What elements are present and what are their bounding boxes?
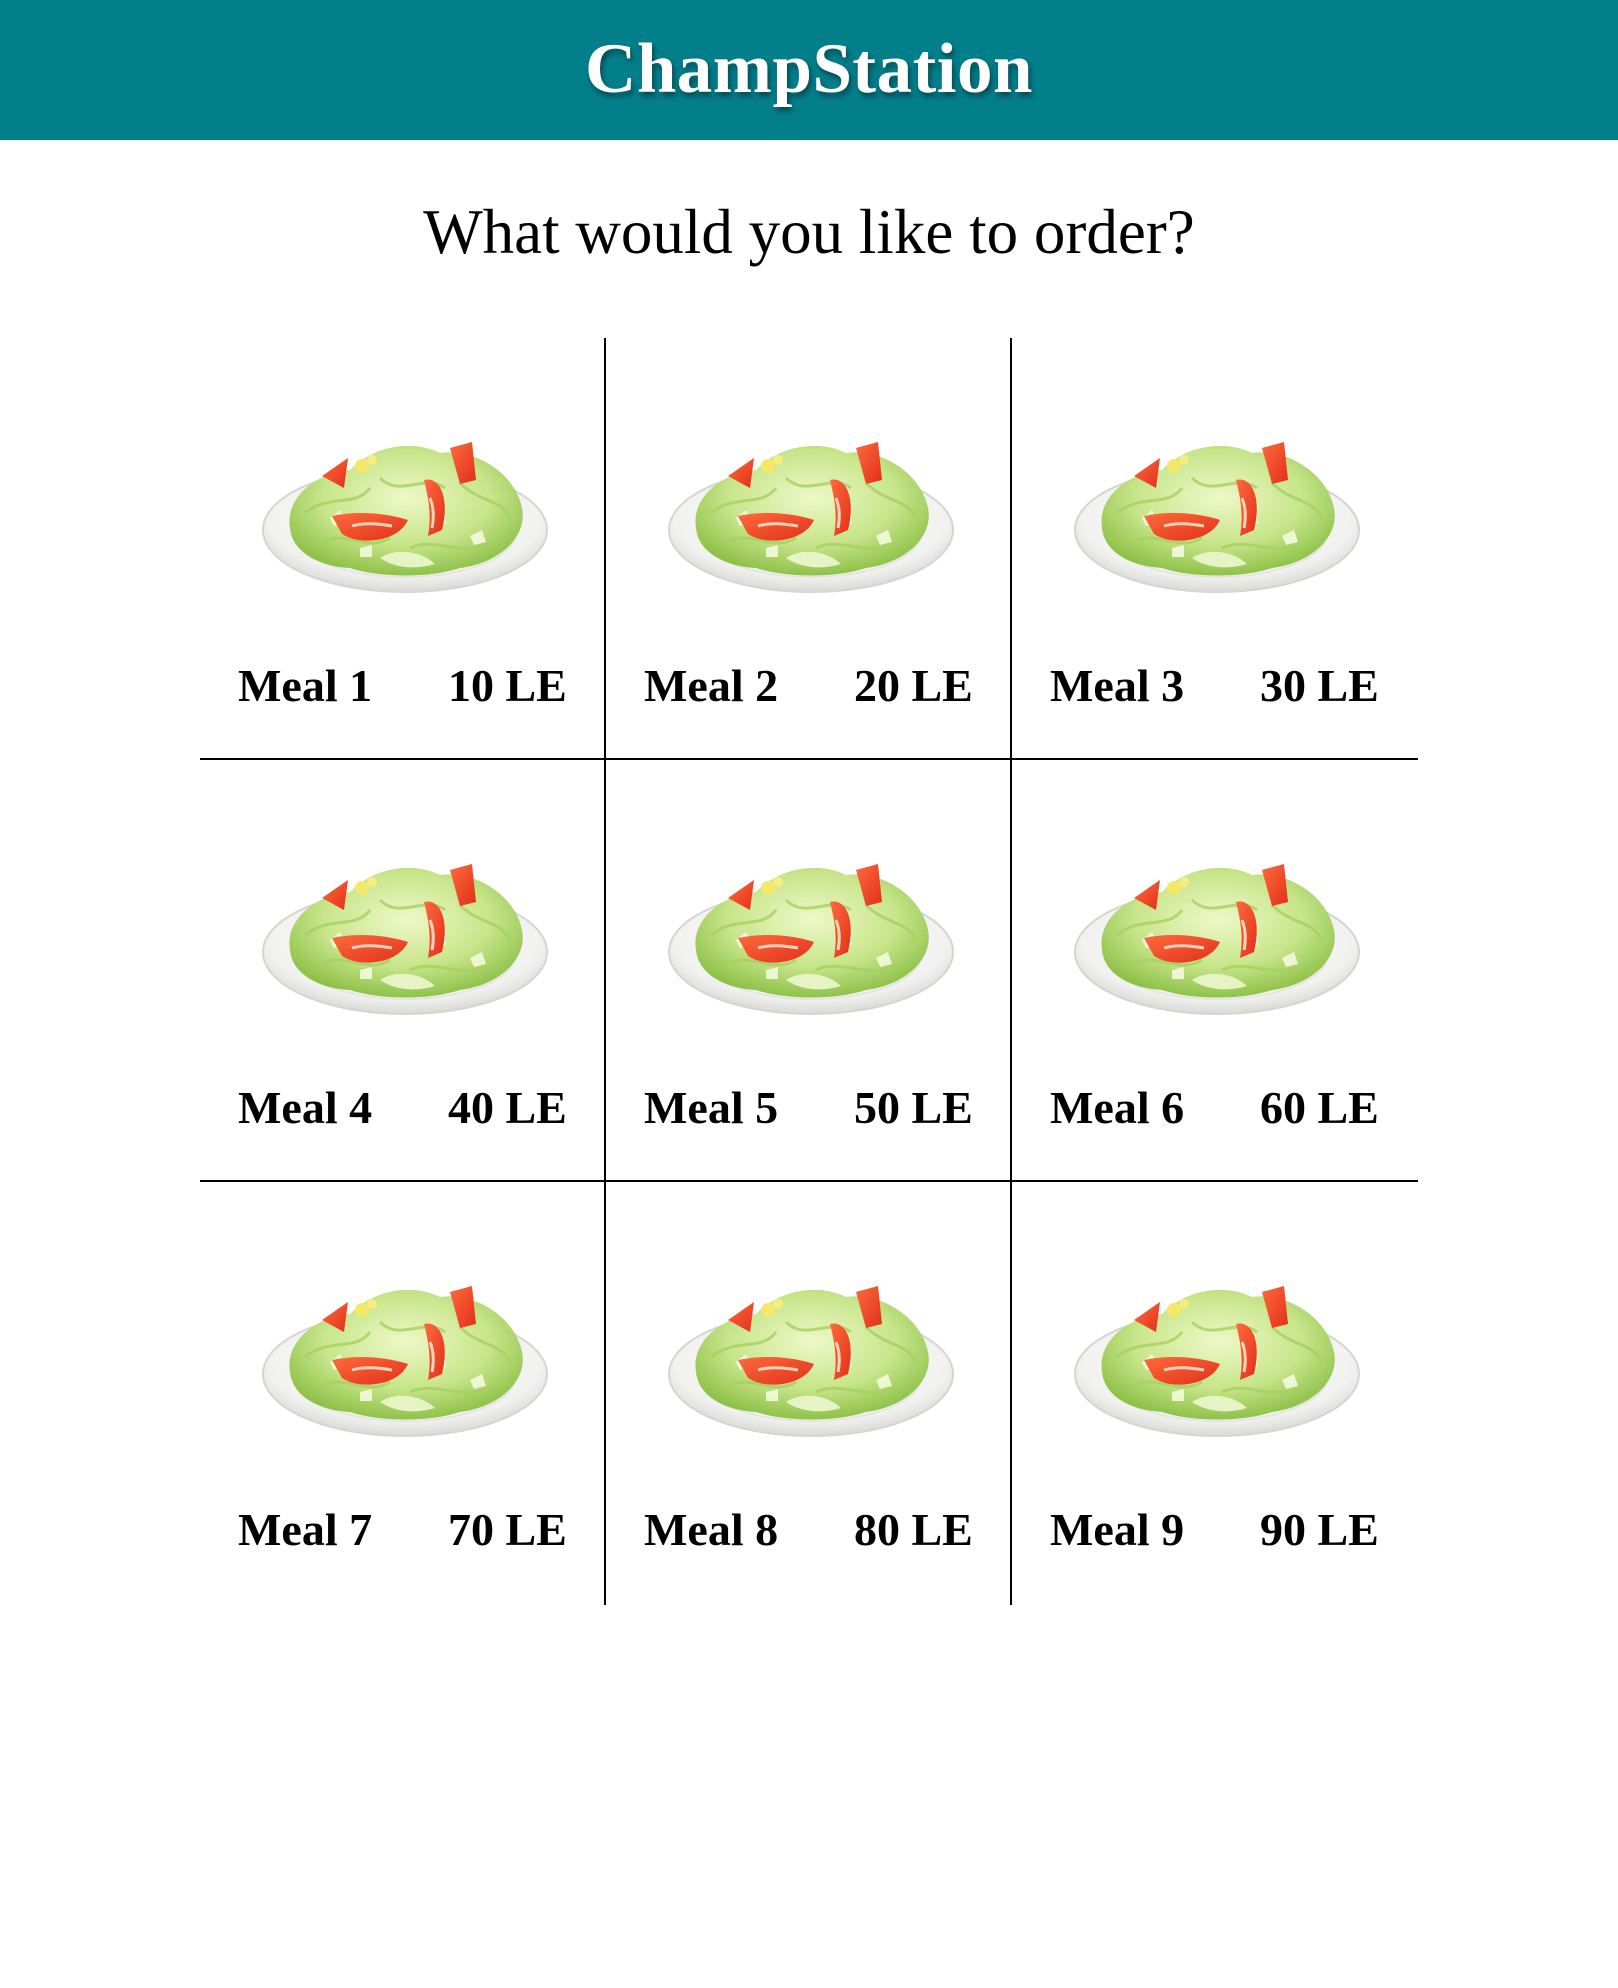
salad-plate-image [666, 840, 956, 1030]
meal-price: 40 LE [448, 1082, 567, 1133]
meal-label-row: Meal 4 40 LE [200, 1080, 604, 1136]
meal-card-3[interactable]: Meal 3 30 LE [1012, 338, 1418, 760]
salad-plate-image [666, 1262, 956, 1452]
meal-card-8[interactable]: Meal 8 80 LE [606, 1182, 1012, 1605]
meal-label-row: Meal 5 50 LE [606, 1080, 1010, 1136]
meal-price: 70 LE [448, 1504, 567, 1555]
meal-price: 50 LE [854, 1082, 973, 1133]
meal-name: Meal 2 [644, 660, 779, 711]
meal-name: Meal 5 [644, 1082, 779, 1133]
page-prompt: What would you like to order? [423, 197, 1195, 267]
salad-plate-image [260, 1262, 550, 1452]
meal-name: Meal 7 [238, 1504, 373, 1555]
meal-card-7[interactable]: Meal 7 70 LE [200, 1182, 606, 1605]
salad-plate-image [1072, 1262, 1362, 1452]
salad-plate-image [1072, 418, 1362, 608]
meal-card-9[interactable]: Meal 9 90 LE [1012, 1182, 1418, 1605]
meal-name: Meal 3 [1050, 660, 1185, 711]
meal-name: Meal 6 [1050, 1082, 1185, 1133]
meal-label-row: Meal 3 30 LE [1012, 658, 1418, 714]
meal-card-1[interactable]: Meal 1 10 LE [200, 338, 606, 760]
salad-plate-image [260, 418, 550, 608]
meal-card-5[interactable]: Meal 5 50 LE [606, 760, 1012, 1182]
meal-label-row: Meal 2 20 LE [606, 658, 1010, 714]
salad-plate-image [666, 418, 956, 608]
brand-title: ChampStation [585, 29, 1033, 108]
meal-label-row: Meal 7 70 LE [200, 1502, 604, 1558]
meal-price: 30 LE [1260, 660, 1379, 711]
meal-label-row: Meal 8 80 LE [606, 1502, 1010, 1558]
meal-name: Meal 4 [238, 1082, 373, 1133]
meal-card-2[interactable]: Meal 2 20 LE [606, 338, 1012, 760]
meal-price: 10 LE [448, 660, 567, 711]
salad-plate-image [260, 840, 550, 1030]
meal-label-row: Meal 6 60 LE [1012, 1080, 1418, 1136]
meal-name: Meal 8 [644, 1504, 779, 1555]
meal-label-row: Meal 1 10 LE [200, 658, 604, 714]
meal-card-4[interactable]: Meal 4 40 LE [200, 760, 606, 1182]
meal-price: 20 LE [854, 660, 973, 711]
meal-price: 80 LE [854, 1504, 973, 1555]
app-header: ChampStation [0, 0, 1618, 140]
meal-grid: Meal 1 10 LE Meal 2 20 LE Meal 3 30 LE M… [200, 338, 1418, 1605]
meal-name: Meal 1 [238, 660, 373, 711]
salad-plate-image [1072, 840, 1362, 1030]
meal-label-row: Meal 9 90 LE [1012, 1502, 1418, 1558]
meal-card-6[interactable]: Meal 6 60 LE [1012, 760, 1418, 1182]
meal-name: Meal 9 [1050, 1504, 1185, 1555]
meal-price: 60 LE [1260, 1082, 1379, 1133]
meal-price: 90 LE [1260, 1504, 1379, 1555]
